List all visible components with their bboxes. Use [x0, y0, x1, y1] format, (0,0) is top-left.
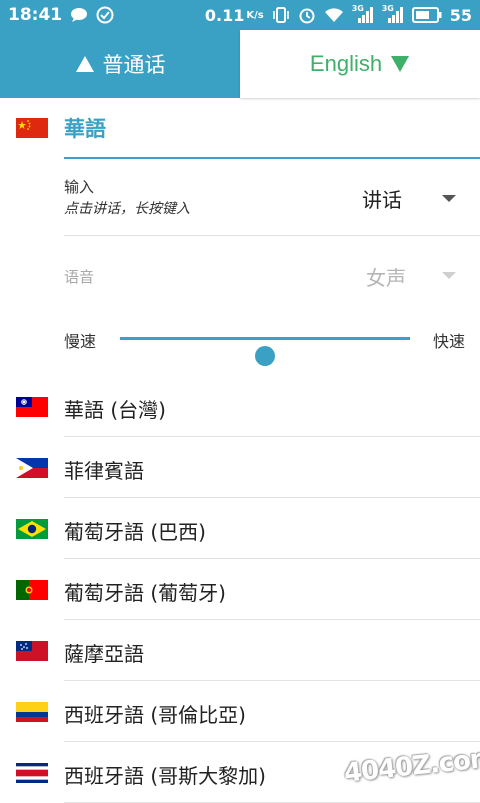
samoa-flag-icon	[16, 641, 48, 661]
language-name: 華語 (台灣)	[64, 398, 166, 422]
input-hint: 点击讲话，长按键入	[64, 201, 190, 217]
speed-slider-track[interactable]	[120, 337, 410, 366]
language-list-item[interactable]: 華語 (台灣)	[0, 376, 480, 437]
alarm-clock-icon	[298, 6, 316, 24]
voice-dropdown-caret-icon	[442, 272, 456, 279]
target-language-tab[interactable]: English	[240, 30, 480, 98]
status-time: 18:41	[8, 5, 63, 25]
language-list-item[interactable]: 薩摩亞語	[0, 620, 480, 681]
speed-slider-row: 慢速 快速	[0, 318, 480, 366]
input-dropdown-caret-icon[interactable]	[442, 195, 456, 202]
voice-title: 语音	[64, 268, 95, 286]
signal-sim1-icon: 3G	[351, 4, 374, 23]
colombia-flag-icon	[16, 702, 48, 722]
input-mode-value: 讲话	[362, 188, 402, 212]
triangle-down-icon	[390, 55, 410, 73]
battery-percent: 55	[449, 5, 472, 25]
sim1-label: 3G	[351, 4, 364, 13]
costa-rica-flag-icon	[16, 763, 48, 783]
status-bar: 18:41 0.11 K/s 3G 3G 55	[0, 0, 480, 30]
language-name: 葡萄牙語 (巴西)	[64, 520, 206, 544]
language-name: 西班牙語 (哥倫比亞)	[64, 703, 246, 727]
input-title: 输入	[64, 178, 95, 196]
portugal-flag-icon	[16, 580, 48, 600]
signal-sim2-icon: 3G	[381, 4, 404, 23]
language-list-item[interactable]: 葡萄牙語 (葡萄牙)	[0, 559, 480, 620]
taiwan-flag-icon	[16, 397, 48, 417]
speed-slow-label: 慢速	[64, 332, 97, 351]
divider	[64, 235, 480, 236]
brazil-flag-icon	[16, 519, 48, 539]
philippines-flag-icon	[16, 458, 48, 478]
triangle-up-icon	[75, 55, 95, 73]
source-language-label: 普通话	[102, 53, 166, 77]
language-list-item[interactable]: 葡萄牙語 (巴西)	[0, 498, 480, 559]
selected-language-name: 華語	[64, 117, 106, 141]
input-mode-row[interactable]: 输入 点击讲话，长按键入 讲话	[64, 170, 480, 234]
language-name: 菲律賓語	[64, 459, 144, 483]
language-name: 葡萄牙語 (葡萄牙)	[64, 581, 226, 605]
check-circle-icon	[96, 6, 114, 24]
battery-icon	[411, 7, 442, 23]
vibrate-icon	[272, 6, 290, 24]
sim2-label: 3G	[381, 4, 394, 13]
target-language-label: English	[309, 51, 383, 76]
language-list-item[interactable]: 菲律賓語	[0, 437, 480, 498]
speed-fast-label: 快速	[433, 332, 466, 351]
source-language-tab[interactable]: 普通话	[0, 30, 240, 98]
language-list-item[interactable]: 西班牙語 (哥倫比亞)	[0, 681, 480, 742]
voice-value: 女声	[366, 266, 406, 290]
network-unit: K/s	[246, 9, 264, 21]
language-tab-bar: 普通话 English	[0, 30, 480, 98]
language-name: 薩摩亞語	[64, 642, 144, 666]
selected-language-row[interactable]: 華語	[0, 98, 480, 158]
language-name: 西班牙語 (哥斯大黎加)	[64, 764, 266, 788]
wifi-icon	[324, 7, 344, 23]
watermark-text: 4040Z.com	[342, 742, 480, 789]
language-list: 華語 (台灣) 菲律賓語葡萄牙語 (巴西) 葡萄牙語 (葡萄牙) 薩摩亞語西班牙語 (…	[0, 376, 480, 803]
voice-row: 语音 女声	[64, 240, 480, 310]
speed-slider-thumb[interactable]	[255, 346, 275, 366]
china-flag-icon	[16, 118, 48, 138]
network-speed: 0.11	[204, 5, 245, 25]
message-bubble-icon	[70, 7, 88, 23]
selected-underline	[64, 157, 480, 159]
